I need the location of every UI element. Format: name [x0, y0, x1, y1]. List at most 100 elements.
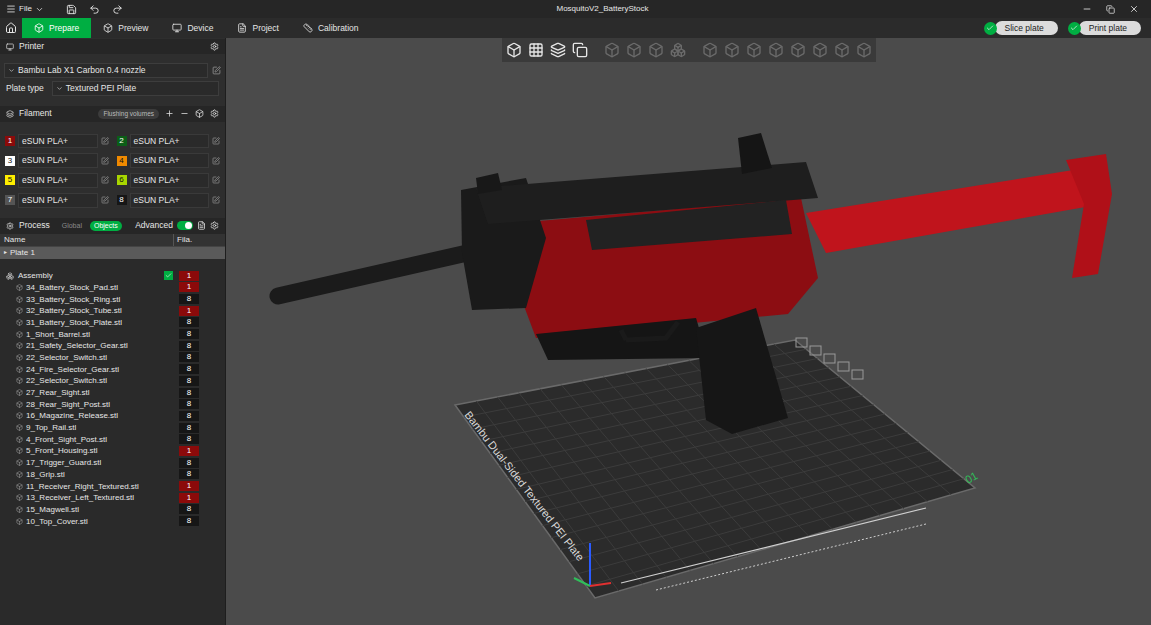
- filament-badge[interactable]: 8: [117, 195, 127, 205]
- expand-icon[interactable]: ▸: [4, 248, 7, 257]
- filament-badge[interactable]: 8: [179, 294, 199, 304]
- filament-badge[interactable]: 8: [179, 423, 199, 433]
- edit-icon[interactable]: [212, 66, 221, 75]
- plate-type-select[interactable]: Textured PEI Plate: [52, 81, 219, 96]
- filament-badge[interactable]: 8: [179, 388, 199, 398]
- mode-toggle[interactable]: Objects: [90, 221, 122, 231]
- edit-icon[interactable]: [101, 196, 109, 204]
- edit-icon[interactable]: [212, 196, 220, 204]
- tool-icon[interactable]: [768, 42, 784, 58]
- minimize-icon[interactable]: [1082, 4, 1092, 14]
- plate-tools[interactable]: [796, 338, 863, 379]
- object-row[interactable]: 13_Receiver_Left_Textured.stl1: [0, 492, 225, 504]
- tab[interactable]: Prepare: [22, 18, 91, 38]
- filament-badge[interactable]: 1: [179, 282, 199, 292]
- filament-badge[interactable]: 8: [179, 364, 199, 374]
- printer-select[interactable]: Bambu Lab X1 Carbon 0.4 nozzle: [4, 63, 208, 78]
- edit-icon[interactable]: [101, 157, 109, 165]
- filament-badge[interactable]: 1: [179, 493, 199, 503]
- gear-icon[interactable]: [210, 109, 219, 118]
- filament-badge[interactable]: 8: [179, 352, 199, 362]
- object-row[interactable]: 27_Rear_Sight.stl8: [0, 387, 225, 399]
- filament-badge[interactable]: 8: [179, 411, 199, 421]
- object-row[interactable]: 17_Trigger_Guard.stl8: [0, 457, 225, 469]
- filament-badge[interactable]: 7: [5, 195, 15, 205]
- tab[interactable]: Preview: [91, 18, 160, 38]
- viewport[interactable]: Bambu Dual-Sided Textured PEI Plate01: [226, 38, 1151, 625]
- edit-icon[interactable]: [101, 137, 109, 145]
- tool-icon[interactable]: [648, 42, 664, 58]
- object-row[interactable]: 21_Safety_Selector_Gear.stl8: [0, 340, 225, 352]
- filament-badge[interactable]: 8: [179, 458, 199, 468]
- filament-badge[interactable]: 8: [179, 434, 199, 444]
- plus-icon[interactable]: [165, 109, 174, 118]
- filament-badge[interactable]: 8: [179, 469, 199, 479]
- 3d-scene[interactable]: Bambu Dual-Sided Textured PEI Plate01: [226, 38, 1151, 625]
- object-row[interactable]: 22_Selector_Switch.stl8: [0, 375, 225, 387]
- object-row[interactable]: 31_Battery_Stock_Plate.stl8: [0, 317, 225, 329]
- filament-badge[interactable]: 2: [117, 136, 127, 146]
- filament-badge[interactable]: 3: [5, 156, 15, 166]
- tab[interactable]: Calibration: [291, 18, 371, 38]
- gun-model[interactable]: [278, 133, 1112, 434]
- plate-row[interactable]: ▸Plate 1: [0, 247, 225, 259]
- assembly-row[interactable]: Assembly1: [0, 270, 225, 282]
- tool-icon[interactable]: [670, 42, 686, 58]
- filament-item[interactable]: 3eSUN PLA+: [5, 153, 109, 168]
- filament-badge[interactable]: 8: [179, 329, 199, 339]
- flushing-button[interactable]: Flushing volumes: [98, 109, 159, 119]
- filament-item[interactable]: 8eSUN PLA+: [117, 193, 221, 208]
- edit-icon[interactable]: [212, 157, 220, 165]
- filament-badge[interactable]: 8: [179, 341, 199, 351]
- tab[interactable]: Device: [160, 18, 225, 38]
- object-row[interactable]: 22_Selector_Switch.stl8: [0, 352, 225, 364]
- filament-badge[interactable]: 4: [117, 156, 127, 166]
- visible-checkbox[interactable]: [164, 271, 173, 280]
- filament-badge[interactable]: 5: [5, 175, 15, 185]
- tool-icon[interactable]: [746, 42, 762, 58]
- filament-badge[interactable]: 1: [5, 136, 15, 146]
- filament-item[interactable]: 6eSUN PLA+: [117, 173, 221, 188]
- filament-badge[interactable]: 6: [117, 175, 127, 185]
- filament-item[interactable]: 4eSUN PLA+: [117, 153, 221, 168]
- gear-icon[interactable]: [210, 221, 219, 230]
- sync-icon[interactable]: [195, 109, 204, 118]
- redo-icon[interactable]: [112, 4, 123, 15]
- list-icon[interactable]: [197, 221, 206, 230]
- advanced-switch[interactable]: [177, 221, 193, 230]
- filament-badge[interactable]: 1: [179, 306, 199, 316]
- filament-badge[interactable]: 8: [179, 516, 199, 526]
- object-row[interactable]: 4_Front_Sight_Post.stl8: [0, 433, 225, 445]
- minus-icon[interactable]: [180, 109, 189, 118]
- action-button[interactable]: Print plate: [1068, 21, 1141, 35]
- tool-icon[interactable]: [856, 42, 872, 58]
- edit-icon[interactable]: [212, 137, 220, 145]
- filament-item[interactable]: 2eSUN PLA+: [117, 134, 221, 149]
- filament-item[interactable]: 7eSUN PLA+: [5, 193, 109, 208]
- mode-toggle[interactable]: Global: [58, 221, 86, 231]
- filament-badge[interactable]: 8: [179, 317, 199, 327]
- close-icon[interactable]: [1129, 4, 1139, 14]
- object-row[interactable]: 28_Rear_Sight_Post.stl8: [0, 398, 225, 410]
- filament-badge[interactable]: 1: [179, 481, 199, 491]
- filament-badge[interactable]: 8: [179, 376, 199, 386]
- tool-icon[interactable]: [604, 42, 620, 58]
- filament-item[interactable]: 1eSUN PLA+: [5, 134, 109, 149]
- tool-icon[interactable]: [626, 42, 642, 58]
- save-icon[interactable]: [66, 4, 77, 15]
- object-row[interactable]: 33_Battery_Stock_Ring.stl8: [0, 293, 225, 305]
- restore-icon[interactable]: [1106, 5, 1115, 14]
- tool-icon[interactable]: [702, 42, 718, 58]
- object-row[interactable]: 24_Fire_Selector_Gear.stl8: [0, 363, 225, 375]
- object-row[interactable]: 1_Short_Barrel.stl8: [0, 328, 225, 340]
- edit-icon[interactable]: [101, 176, 109, 184]
- tool-icon[interactable]: [834, 42, 850, 58]
- tool-icon[interactable]: [724, 42, 740, 58]
- filament-item[interactable]: 5eSUN PLA+: [5, 173, 109, 188]
- object-row[interactable]: 15_Magwell.stl8: [0, 504, 225, 516]
- action-button[interactable]: Slice plate: [984, 21, 1058, 35]
- tool-icon[interactable]: [528, 42, 544, 58]
- object-row[interactable]: 5_Front_Housing.stl1: [0, 445, 225, 457]
- undo-icon[interactable]: [89, 4, 100, 15]
- tool-icon[interactable]: [550, 42, 566, 58]
